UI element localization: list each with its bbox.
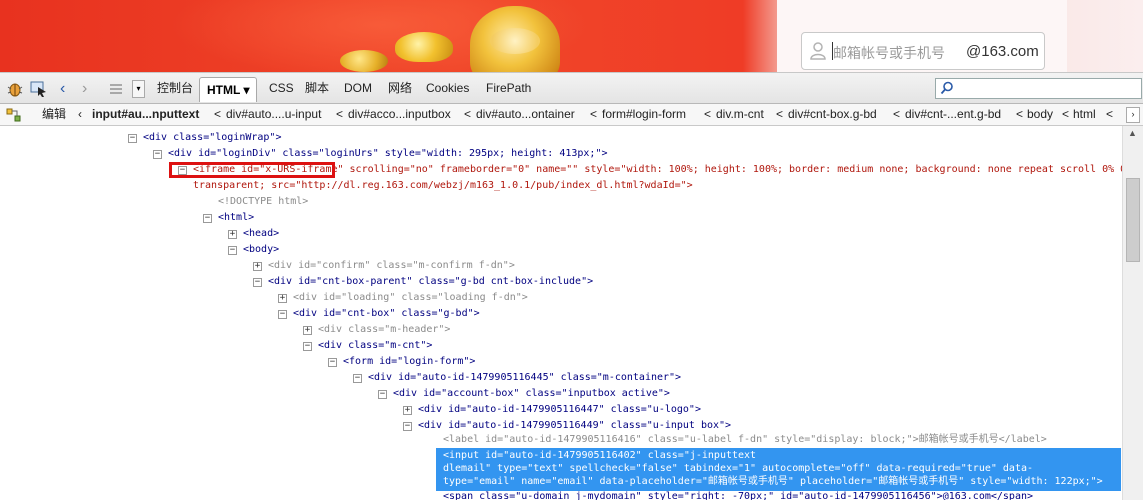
menu-lines-icon[interactable] xyxy=(107,80,125,98)
breadcrumb-separator: < xyxy=(1062,107,1070,121)
tree-node-hidden[interactable]: <label id="auto-id-1479905116416" class=… xyxy=(443,432,1047,448)
breadcrumb: 编辑 ‹ input#au...nputtext < div#auto....u… xyxy=(0,104,1143,126)
breadcrumb-separator: < xyxy=(214,107,222,121)
tab-net[interactable]: 网络 xyxy=(388,73,412,104)
vertical-scrollbar[interactable]: ▲ xyxy=(1122,126,1143,500)
tree-node-hidden[interactable]: <div class="m-header"> xyxy=(318,322,450,338)
tree-node[interactable]: <form id="login-form"> xyxy=(343,354,475,370)
tree-node[interactable]: <head> xyxy=(243,226,279,242)
scroll-up-icon[interactable]: ▲ xyxy=(1128,128,1137,138)
scroll-left-icon[interactable]: ‹ xyxy=(78,104,82,125)
breadcrumb-item[interactable]: div#cnt-box.g-bd xyxy=(788,104,877,125)
breadcrumb-item[interactable]: form#login-form xyxy=(602,104,686,125)
tree-node[interactable]: <div id="cnt-box" class="g-bd"> xyxy=(293,306,480,322)
collapse-toggle[interactable]: − xyxy=(303,342,312,351)
tab-console[interactable]: 控制台 xyxy=(157,73,193,104)
doctype-node: <!DOCTYPE html> xyxy=(218,196,309,207)
breadcrumb-item-current[interactable]: input#au...nputtext xyxy=(92,104,199,125)
tree-node[interactable]: <span class="u-domain j-mydomain" style=… xyxy=(443,489,1033,500)
tab-cookies[interactable]: Cookies xyxy=(426,73,469,104)
mascot-image xyxy=(470,6,560,72)
gold-ingot-image xyxy=(395,32,453,62)
scrollbar-thumb[interactable] xyxy=(1126,178,1140,262)
iframe-highlight-box xyxy=(169,162,335,178)
collapse-toggle[interactable]: − xyxy=(328,358,337,367)
user-icon xyxy=(810,42,826,60)
breadcrumb-separator: < xyxy=(893,107,901,121)
tree-node[interactable]: <div id="cnt-box-parent" class="g-bd cnt… xyxy=(268,274,593,290)
expand-toggle[interactable]: + xyxy=(303,326,312,335)
tree-node-hidden[interactable]: <div id="confirm" class="m-confirm f-dn"… xyxy=(268,258,515,274)
breadcrumb-item[interactable]: div.m-cnt xyxy=(716,104,764,125)
search-input[interactable] xyxy=(935,78,1142,99)
email-placeholder: 邮箱帐号或手机号 xyxy=(833,45,945,61)
breadcrumb-separator: < xyxy=(776,107,784,121)
breadcrumb-item[interactable]: div#cnt-...ent.g-bd xyxy=(905,104,1001,125)
inspect-icon[interactable] xyxy=(30,80,48,98)
expand-toggle[interactable]: + xyxy=(403,406,412,415)
breadcrumb-item[interactable]: div#auto...ontainer xyxy=(476,104,575,125)
expand-toggle[interactable]: + xyxy=(228,230,237,239)
gold-ingot-image xyxy=(340,50,388,72)
breadcrumb-item[interactable]: html xyxy=(1073,104,1096,125)
tree-node[interactable]: <div id="auto-id-1479905116445" class="m… xyxy=(368,370,681,386)
back-icon[interactable]: ‹ xyxy=(60,73,65,104)
expand-toggle[interactable]: + xyxy=(253,262,262,271)
tree-node[interactable]: <div id="account-box" class="inputbox ac… xyxy=(393,386,670,402)
tab-css[interactable]: CSS xyxy=(269,73,294,104)
tab-html[interactable]: HTML ▾ xyxy=(199,77,258,102)
search-icon xyxy=(940,81,953,95)
tree-node[interactable]: <html> xyxy=(218,210,254,226)
page-banner: 邮箱帐号或手机号 @163.com xyxy=(0,0,1143,72)
email-domain-label: @163.com xyxy=(966,43,1039,60)
node-tree-icon[interactable] xyxy=(6,107,22,123)
breadcrumb-separator: < xyxy=(704,107,712,121)
collapse-toggle[interactable]: − xyxy=(253,278,262,287)
edit-button[interactable]: 编辑 xyxy=(42,104,66,125)
collapse-toggle[interactable]: − xyxy=(153,150,162,159)
collapse-toggle[interactable]: − xyxy=(378,390,387,399)
tree-node[interactable]: <div class="loginWrap"> xyxy=(143,130,281,146)
collapse-toggle[interactable]: − xyxy=(128,134,137,143)
breadcrumb-item[interactable]: div#auto....u-input xyxy=(226,104,321,125)
tree-node-continuation[interactable]: transparent; src="http://dl.reg.163.com/… xyxy=(193,178,693,194)
tree-node[interactable]: <div class="m-cnt"> xyxy=(318,338,432,354)
tab-firepath[interactable]: FirePath xyxy=(486,73,531,104)
breadcrumb-separator: < xyxy=(464,107,472,121)
breadcrumb-item[interactable]: body xyxy=(1027,104,1053,125)
collapse-toggle[interactable]: − xyxy=(228,246,237,255)
tab-script[interactable]: 脚本 xyxy=(305,73,329,104)
selected-node-highlight: <input id="auto-id-1479905116402" class=… xyxy=(436,448,1121,491)
tree-node[interactable]: <div id="auto-id-1479905116447" class="u… xyxy=(418,402,701,418)
tree-node[interactable]: <div id="loginDiv" class="loginUrs" styl… xyxy=(168,146,608,162)
email-field[interactable]: 邮箱帐号或手机号 @163.com xyxy=(801,32,1045,70)
breadcrumb-separator: < xyxy=(1016,107,1024,121)
breadcrumb-separator: < xyxy=(590,107,598,121)
collapse-toggle[interactable]: − xyxy=(403,422,412,431)
tab-dom[interactable]: DOM xyxy=(344,73,372,104)
collapse-toggle[interactable]: − xyxy=(353,374,362,383)
expand-toggle[interactable]: + xyxy=(278,294,287,303)
tree-node[interactable]: <body> xyxy=(243,242,279,258)
breadcrumb-separator: < xyxy=(1106,107,1114,121)
panel-menu-dropdown[interactable]: ▾ xyxy=(132,80,145,98)
scroll-right-icon[interactable]: › xyxy=(1126,107,1140,123)
breadcrumb-item[interactable]: div#acco...inputbox xyxy=(348,104,451,125)
tree-node-text[interactable]: type="email" name="email" data-placehold… xyxy=(443,474,1103,490)
forward-icon[interactable]: › xyxy=(82,73,87,104)
firebug-toolbar: ‹ › ▾ 控制台 HTML ▾ CSS 脚本 DOM 网络 Cookies F… xyxy=(0,72,1143,104)
collapse-toggle[interactable]: − xyxy=(203,214,212,223)
breadcrumb-separator: < xyxy=(336,107,344,121)
html-tree-panel: <input id="auto-id-1479905116402" class=… xyxy=(0,126,1122,500)
collapse-toggle[interactable]: − xyxy=(278,310,287,319)
tree-node-hidden[interactable]: <div id="loading" class="loading f-dn"> xyxy=(293,290,528,306)
firebug-icon[interactable] xyxy=(6,80,24,98)
